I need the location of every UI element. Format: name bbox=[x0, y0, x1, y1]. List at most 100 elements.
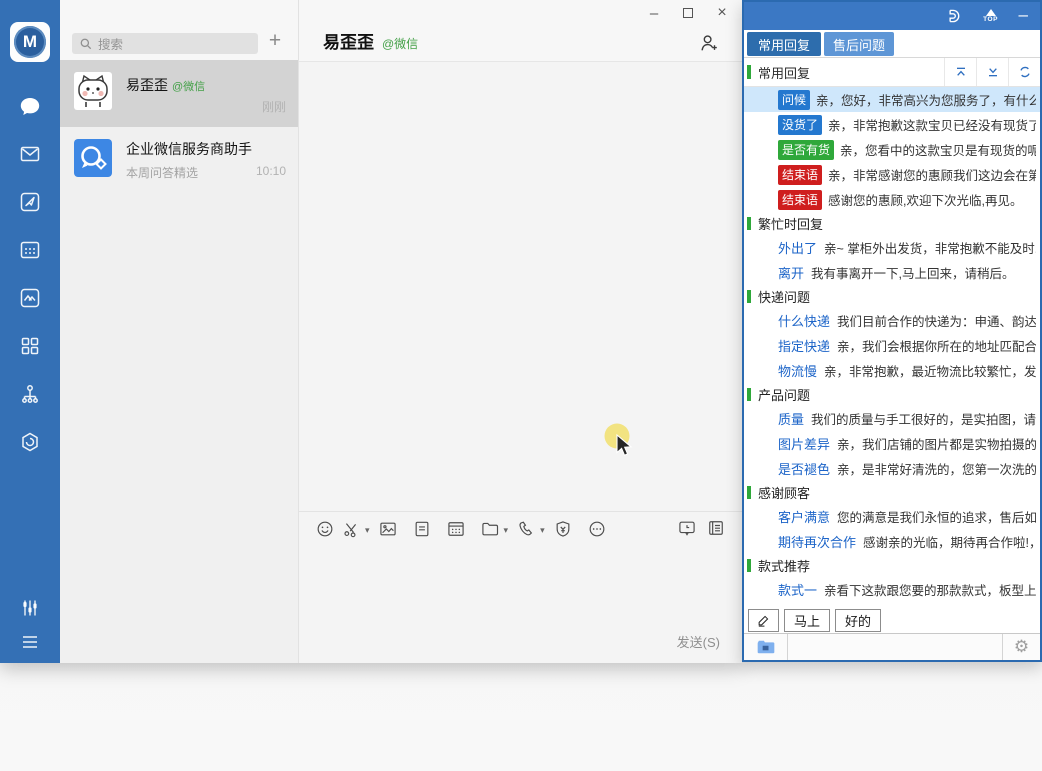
panel-minimize-button[interactable]: – bbox=[1019, 6, 1028, 23]
reply-item[interactable]: 期待再次合作感谢亲的光临，期待再合作啦!，... bbox=[744, 529, 1040, 554]
chat-item-yiwaiwai[interactable]: 易歪歪@微信 刚刚 bbox=[60, 60, 298, 127]
folder-shortcut-icon[interactable] bbox=[744, 634, 788, 660]
quick-reply-panel: TOP – 常用回复 售后问题 常用回复 问候亲，您好，非常高兴为您服务了，有什… bbox=[742, 0, 1042, 662]
reply-text: 亲，非常抱歉，最近物流比较繁忙，发... bbox=[824, 361, 1036, 380]
reply-item[interactable]: 指定快递亲，我们会根据你所在的地址匹配合... bbox=[744, 333, 1040, 358]
reply-label: 离开 bbox=[778, 263, 804, 282]
screenshot-icon[interactable] bbox=[341, 519, 361, 539]
maximize-button[interactable] bbox=[676, 3, 700, 23]
gallery-icon[interactable] bbox=[18, 286, 42, 310]
section-header[interactable]: 繁忙时回复 bbox=[744, 212, 1040, 235]
call-icon[interactable] bbox=[516, 519, 536, 539]
send-button[interactable]: 发送(S) bbox=[677, 632, 720, 651]
panel-titlebar: TOP – bbox=[744, 2, 1040, 30]
reply-item[interactable]: 是否褪色亲，是非常好清洗的，您第一次洗的... bbox=[744, 456, 1040, 481]
notes-icon[interactable] bbox=[706, 518, 726, 538]
reply-item[interactable]: 没货了亲，非常抱歉这款宝贝已经没有现货了... bbox=[744, 112, 1040, 137]
section-header[interactable]: 快递问题 bbox=[744, 285, 1040, 308]
add-member-icon[interactable] bbox=[698, 32, 720, 54]
chat-header: – × 易歪歪@微信 bbox=[299, 0, 742, 62]
workbench-icon[interactable] bbox=[18, 190, 42, 214]
quick-reply-bar: 马上 好的 bbox=[744, 607, 1040, 633]
tab-common-replies[interactable]: 常用回复 bbox=[747, 32, 821, 56]
emoji-icon[interactable] bbox=[315, 519, 335, 539]
section-color-bar bbox=[747, 559, 751, 572]
collapse-all-icon[interactable] bbox=[944, 58, 976, 86]
reply-label: 期待再次合作 bbox=[778, 532, 856, 551]
reply-item[interactable]: 问候亲，您好，非常高兴为您服务了，有什么... bbox=[744, 87, 1040, 112]
chat-item-wecom-assistant[interactable]: 企业微信服务商助手 本周问答精选 10:10 bbox=[60, 127, 298, 194]
minimize-button[interactable]: – bbox=[642, 3, 666, 23]
reply-item[interactable]: 客户满意您的满意是我们永恒的追求，售后如... bbox=[744, 504, 1040, 529]
reply-item[interactable]: 款式一亲看下这款跟您要的那款款式，板型上... bbox=[744, 577, 1040, 602]
edit-button[interactable] bbox=[748, 609, 779, 632]
reply-label: 指定快递 bbox=[778, 336, 830, 355]
file-icon[interactable] bbox=[412, 519, 432, 539]
more-icon[interactable] bbox=[587, 519, 607, 539]
pin-top-icon[interactable]: TOP bbox=[980, 9, 1002, 24]
schedule-icon[interactable] bbox=[446, 519, 466, 539]
call-caret-icon[interactable]: ▾ bbox=[540, 525, 545, 536]
section-header[interactable]: 款式推荐 bbox=[744, 554, 1040, 577]
close-button[interactable]: × bbox=[710, 3, 734, 23]
reply-text: 亲~ 掌柜外出发货，非常抱歉不能及时... bbox=[824, 238, 1036, 257]
chat-item-time: 10:10 bbox=[256, 164, 286, 178]
refresh-icon[interactable] bbox=[1008, 58, 1040, 86]
chat-item-time: 刚刚 bbox=[262, 98, 286, 115]
reply-item[interactable]: 结束语亲，非常感谢您的惠顾我们这边会在第... bbox=[744, 162, 1040, 187]
pin-top-label: TOP bbox=[983, 17, 998, 24]
section-title: 感谢顾客 bbox=[758, 483, 810, 502]
menu-icon[interactable] bbox=[18, 630, 42, 654]
new-chat-button[interactable]: + bbox=[262, 28, 288, 54]
magnet-icon[interactable] bbox=[941, 7, 963, 25]
section-color-bar bbox=[747, 217, 751, 230]
reply-label: 质量 bbox=[778, 409, 804, 428]
reply-text: 亲，您好，非常高兴为您服务了，有什么... bbox=[816, 90, 1036, 109]
reply-item[interactable]: 是否有货亲，您看中的这款宝贝是有现货的呢... bbox=[744, 137, 1040, 162]
section-header[interactable]: 感谢顾客 bbox=[744, 481, 1040, 504]
avatar[interactable]: M bbox=[10, 22, 50, 62]
image-icon[interactable] bbox=[378, 519, 398, 539]
pencil-icon bbox=[756, 613, 771, 628]
expand-all-icon[interactable] bbox=[976, 58, 1008, 86]
section-title: 快递问题 bbox=[758, 287, 810, 306]
search-input[interactable]: 搜索 bbox=[72, 33, 258, 54]
panel-tabs: 常用回复 售后问题 bbox=[744, 30, 1040, 58]
reply-item[interactable]: 离开我有事离开一下,马上回来，请稍后。 bbox=[744, 260, 1040, 285]
reply-item[interactable]: 外出了亲~ 掌柜外出发货，非常抱歉不能及时... bbox=[744, 235, 1040, 260]
reply-label: 客户满意 bbox=[778, 507, 830, 526]
payment-icon[interactable] bbox=[553, 519, 573, 539]
chat-message-area[interactable] bbox=[299, 62, 742, 511]
reply-item[interactable]: 质量我们的质量与手工很好的，是实拍图，请... bbox=[744, 406, 1040, 431]
settings-gear-icon[interactable]: ⚙ bbox=[1002, 634, 1040, 660]
chat-history-icon[interactable] bbox=[677, 518, 697, 538]
chat-item-name: 易歪歪@微信 bbox=[126, 75, 205, 95]
folder-icon[interactable] bbox=[480, 519, 500, 539]
reply-text: 亲看下这款跟您要的那款款式，板型上... bbox=[824, 580, 1036, 599]
mail-icon[interactable] bbox=[18, 142, 42, 166]
reply-item[interactable]: 物流慢亲，非常抱歉，最近物流比较繁忙，发... bbox=[744, 358, 1040, 383]
reply-item[interactable]: 结束语感谢您的惠顾,欢迎下次光临,再见。 bbox=[744, 187, 1040, 212]
section-title: 产品问题 bbox=[758, 385, 810, 404]
section-header[interactable]: 产品问题 bbox=[744, 383, 1040, 406]
contacts-icon[interactable] bbox=[18, 382, 42, 406]
quick-phrase-button[interactable]: 马上 bbox=[784, 609, 830, 632]
quick-phrase-button[interactable]: 好的 bbox=[835, 609, 881, 632]
calendar-icon[interactable] bbox=[18, 238, 42, 262]
reply-item[interactable]: 图片差异亲，我们店铺的图片都是实物拍摄的... bbox=[744, 431, 1040, 456]
apps-icon[interactable] bbox=[18, 334, 42, 358]
reply-text: 感谢亲的光临，期待再合作啦!，... bbox=[863, 532, 1036, 551]
reply-text: 亲，我们店铺的图片都是实物拍摄的... bbox=[837, 434, 1036, 453]
filters-icon[interactable] bbox=[18, 596, 42, 620]
reply-text: 我有事离开一下,马上回来，请稍后。 bbox=[811, 263, 1014, 282]
chat-item-name: 企业微信服务商助手 bbox=[126, 139, 252, 159]
folder-caret-icon[interactable]: ▾ bbox=[504, 525, 509, 536]
plugins-icon[interactable] bbox=[18, 430, 42, 454]
screenshot-caret-icon[interactable]: ▾ bbox=[365, 525, 370, 536]
reply-badge: 结束语 bbox=[778, 190, 822, 210]
tab-aftersale[interactable]: 售后问题 bbox=[824, 32, 894, 56]
reply-item[interactable]: 什么快递我们目前合作的快递为：申通、韵达... bbox=[744, 308, 1040, 333]
chat-icon[interactable] bbox=[18, 94, 42, 118]
app-sidebar: M bbox=[0, 0, 60, 663]
reply-text: 亲，非常抱歉这款宝贝已经没有现货了... bbox=[828, 115, 1036, 134]
